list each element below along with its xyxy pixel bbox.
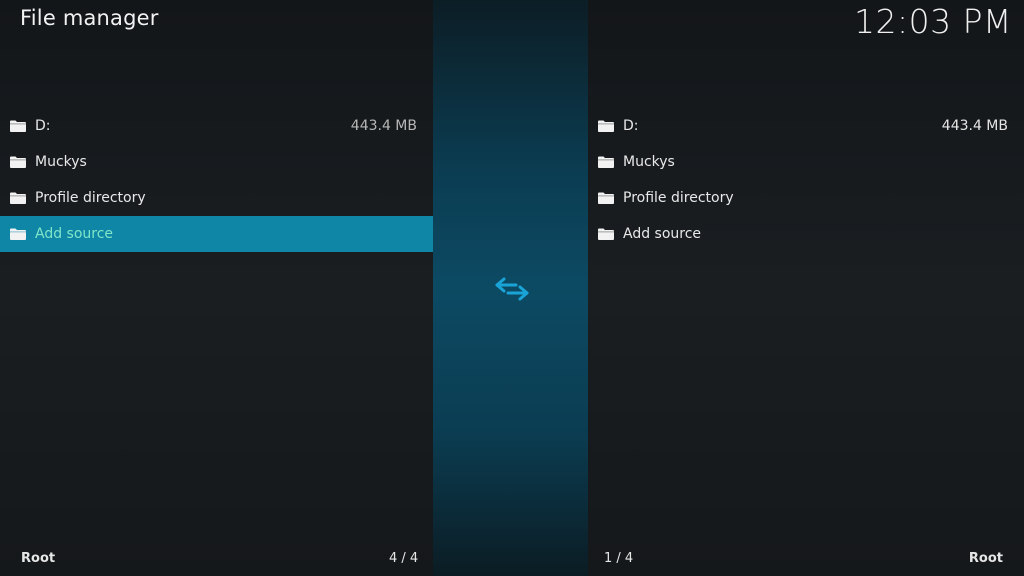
left-footer-path: Root xyxy=(21,551,56,566)
left-list-item-muckys[interactable]: Muckys xyxy=(0,144,433,180)
left-footer-count: 4 / 4 xyxy=(389,551,419,566)
list-item-label: Add source xyxy=(35,226,114,242)
clock: 12:03 PM xyxy=(854,2,1012,41)
folder-icon xyxy=(598,120,614,132)
file-manager-window: File manager 12:03 PM D: 443.4 MB Muckys… xyxy=(0,0,1024,576)
folder-icon xyxy=(598,228,614,240)
right-list-item-add-source[interactable]: Add source xyxy=(588,216,1024,252)
swap-arrows-icon[interactable] xyxy=(494,276,530,302)
folder-icon xyxy=(10,192,26,204)
right-list-item-muckys[interactable]: Muckys xyxy=(588,144,1024,180)
left-list-item-add-source[interactable]: Add source xyxy=(0,216,433,252)
list-item-label: D: xyxy=(623,118,639,134)
right-pane: D: 443.4 MB Muckys Profile directory Add… xyxy=(588,108,1024,252)
list-item-label: Muckys xyxy=(623,154,675,170)
list-item-size: 443.4 MB xyxy=(941,118,1008,134)
left-list-item-d[interactable]: D: 443.4 MB xyxy=(0,108,433,144)
folder-icon xyxy=(10,228,26,240)
folder-icon xyxy=(598,156,614,168)
folder-icon xyxy=(598,192,614,204)
folder-icon xyxy=(10,120,26,132)
left-pane: D: 443.4 MB Muckys Profile directory Add… xyxy=(0,108,433,252)
right-list-item-profile-directory[interactable]: Profile directory xyxy=(588,180,1024,216)
left-list-item-profile-directory[interactable]: Profile directory xyxy=(0,180,433,216)
right-list-item-d[interactable]: D: 443.4 MB xyxy=(588,108,1024,144)
page-title: File manager xyxy=(20,6,159,30)
list-item-label: Profile directory xyxy=(623,190,734,206)
list-item-size: 443.4 MB xyxy=(350,118,417,134)
list-item-label: Profile directory xyxy=(35,190,146,206)
list-item-label: Add source xyxy=(623,226,702,242)
folder-icon xyxy=(10,156,26,168)
right-footer-path: Root xyxy=(968,551,1003,566)
right-footer-count: 1 / 4 xyxy=(604,551,634,566)
list-item-label: D: xyxy=(35,118,51,134)
list-item-label: Muckys xyxy=(35,154,87,170)
